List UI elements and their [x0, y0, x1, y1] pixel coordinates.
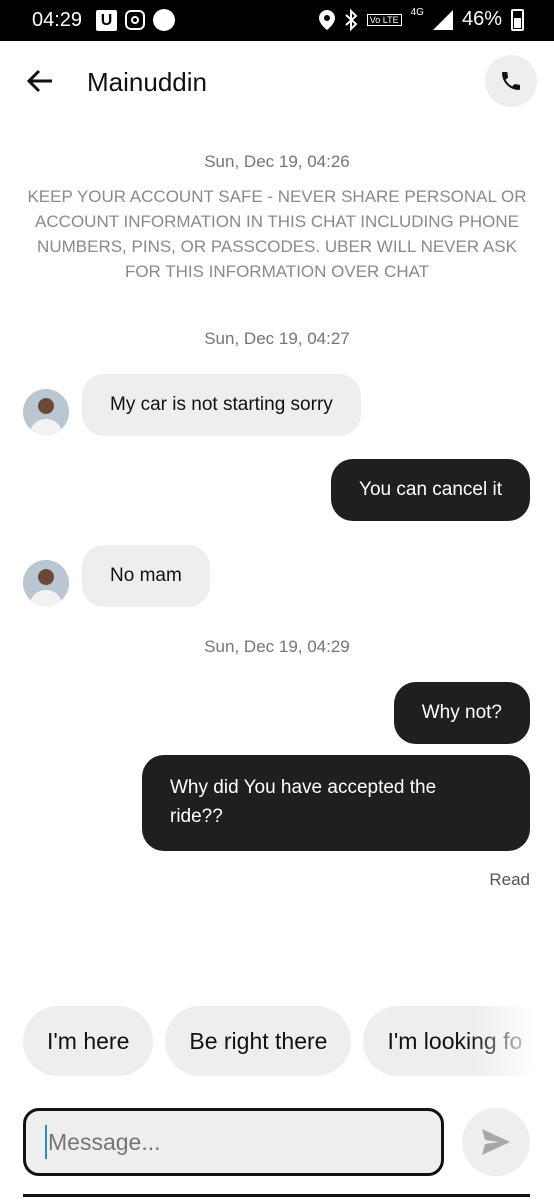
- timestamp: Sun, Dec 19, 04:26: [204, 152, 350, 171]
- quick-reply-chip[interactable]: I'm here: [23, 1006, 154, 1076]
- battery-icon: [511, 8, 524, 31]
- battery-percent: 46%: [461, 8, 502, 30]
- volte-icon: Vo LTE: [366, 13, 402, 26]
- quick-replies: I'm here Be right there I'm looking fo: [23, 1006, 554, 1076]
- safety-notice: KEEP YOUR ACCOUNT SAFE - NEVER SHARE PER…: [27, 187, 527, 281]
- uber-notification-icon: U: [96, 9, 117, 31]
- driver-avatar: [23, 389, 69, 435]
- status-time: 04:29: [32, 9, 83, 31]
- incoming-message: No mam: [82, 545, 210, 607]
- chat-header: Mainuddin: [0, 41, 554, 123]
- outgoing-message: Why not?: [393, 682, 530, 744]
- call-button[interactable]: [485, 55, 537, 107]
- send-button[interactable]: [462, 1108, 530, 1176]
- contact-name: Mainuddin: [87, 67, 207, 97]
- notification-dot-icon: [153, 9, 175, 31]
- keyboard-edge: [23, 1194, 530, 1200]
- back-button[interactable]: [22, 63, 58, 99]
- driver-avatar: [23, 560, 69, 606]
- phone-icon: [502, 72, 520, 90]
- location-icon: [318, 9, 335, 30]
- text-caret: [45, 1125, 47, 1159]
- read-receipt: Read: [489, 870, 530, 889]
- quick-reply-chip[interactable]: Be right there: [165, 1006, 352, 1076]
- avatar-image: [23, 560, 69, 606]
- outgoing-message: You can cancel it: [331, 459, 530, 521]
- quick-reply-chip[interactable]: I'm looking fo: [363, 1006, 547, 1076]
- avatar-image: [23, 389, 69, 435]
- send-icon: [482, 1129, 510, 1155]
- message-input[interactable]: [23, 1108, 444, 1176]
- incoming-message: My car is not starting sorry: [82, 374, 361, 436]
- network-type: 4G: [410, 7, 424, 18]
- outgoing-message: Why did You have accepted the ride??: [142, 755, 530, 851]
- status-system-icons: Vo LTE 4G 46%: [318, 7, 524, 31]
- timestamp: Sun, Dec 19, 04:27: [204, 329, 350, 348]
- signal-icon: [432, 9, 453, 30]
- timestamp: Sun, Dec 19, 04:29: [204, 637, 350, 656]
- status-notification-icons: U: [96, 9, 175, 31]
- arrow-left-icon: [26, 69, 52, 93]
- instagram-notification-icon: [125, 10, 145, 30]
- bluetooth-icon: [345, 8, 358, 31]
- status-bar: 04:29 U Vo LTE 4G 46%: [0, 0, 554, 41]
